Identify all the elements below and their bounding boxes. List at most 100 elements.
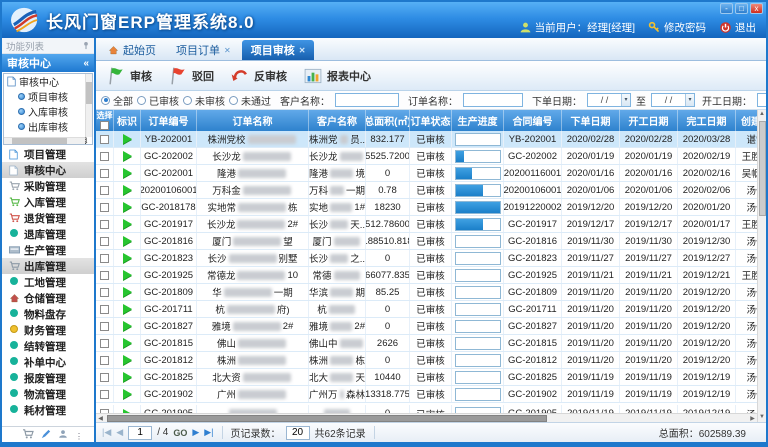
change-password-button[interactable]: 修改密码 — [648, 20, 706, 35]
user-icon[interactable] — [58, 426, 68, 444]
sidebar-item-12[interactable]: 结转管理 — [2, 338, 94, 354]
sidebar-item-6[interactable]: 生产管理 — [2, 242, 94, 258]
row-checkbox[interactable] — [100, 186, 109, 195]
status-icon[interactable] — [13, 426, 15, 444]
table-row[interactable]: GC-201902广州广州万森林13318.775已审核GC-201902201… — [96, 386, 757, 403]
horizontal-scroll-thumb[interactable] — [107, 415, 547, 422]
table-row[interactable]: GC-201925常德龙10常德266077.835..已审核GC-201925… — [96, 267, 757, 284]
column-header-11[interactable]: 完工日期 — [678, 110, 736, 131]
table-row[interactable]: GC-201917长沙龙2#长沙天..8512.78600..已审核GC-201… — [96, 216, 757, 233]
logout-button[interactable]: 退出 — [719, 20, 756, 35]
column-header-6[interactable]: 订单状态 — [410, 110, 452, 131]
row-checkbox[interactable] — [100, 203, 109, 212]
table-row[interactable]: GC-202002长沙龙长沙龙65525.7200..已审核GC-2020022… — [96, 148, 757, 165]
go-button[interactable]: GO — [173, 428, 187, 438]
sidebar-item-1[interactable]: 审核中心 — [2, 162, 94, 178]
row-checkbox[interactable] — [100, 169, 109, 178]
row-checkbox[interactable] — [100, 220, 109, 229]
next-page-button[interactable]: ▶ — [192, 428, 199, 437]
row-checkbox[interactable] — [100, 390, 109, 399]
tree-root-audit-center[interactable]: 审核中心 — [4, 74, 92, 89]
close-tab-icon[interactable]: ✕ — [299, 46, 306, 55]
minimize-button[interactable]: - — [720, 3, 733, 14]
sidebar-item-7[interactable]: 出库管理 — [2, 258, 94, 274]
first-page-button[interactable]: |◀ — [102, 428, 111, 437]
vertical-scroll-thumb[interactable] — [759, 121, 766, 216]
scroll-down-icon[interactable]: ▼ — [759, 413, 765, 422]
column-header-12[interactable]: 创建人 — [736, 110, 757, 131]
column-header-2[interactable]: 订单编号 — [141, 110, 197, 131]
column-header-4[interactable]: 客户名称 — [309, 110, 366, 131]
table-row[interactable]: GC-201812株洲株洲栋0已审核GC-2018122019/11/20201… — [96, 352, 757, 369]
row-checkbox[interactable] — [100, 152, 109, 161]
radio-unaudited[interactable]: 未审核 — [183, 93, 225, 108]
row-checkbox[interactable] — [100, 409, 109, 413]
row-checkbox[interactable] — [100, 288, 109, 297]
last-page-button[interactable]: ▶| — [204, 428, 213, 437]
more-icon[interactable]: ⋮ — [75, 426, 83, 444]
sidebar-item-4[interactable]: 退货管理 — [2, 210, 94, 226]
sidebar-item-13[interactable]: 补单中心 — [2, 354, 94, 370]
row-checkbox[interactable] — [100, 373, 109, 382]
sidebar-item-0[interactable]: 项目管理 — [2, 146, 94, 162]
maximize-button[interactable]: □ — [735, 3, 748, 14]
tab-project-orders[interactable]: 项目订单✕ — [167, 40, 240, 60]
table-row[interactable]: GC-201711杭府)杭0已审核GC-2017112019/11/202019… — [96, 301, 757, 318]
scroll-up-icon[interactable]: ▲ — [759, 110, 765, 119]
order-date-from-picker[interactable]: / /▾ — [587, 93, 631, 107]
table-row[interactable]: GC-201825北大资北大天10440已审核GC-2018252019/11/… — [96, 369, 757, 386]
tree-horizontal-scrollbar[interactable] — [4, 137, 85, 144]
column-header-9[interactable]: 下单日期 — [562, 110, 620, 131]
table-row[interactable]: GC-202001隆港隆港境0已审核202001160012020/01/162… — [96, 165, 757, 182]
close-tab-icon[interactable]: ✕ — [224, 46, 231, 55]
page-number-input[interactable] — [128, 426, 152, 440]
row-checkbox[interactable] — [100, 135, 109, 144]
row-checkbox[interactable] — [100, 339, 109, 348]
tree-item-1[interactable]: 入库审核 — [4, 104, 92, 119]
pin-icon[interactable] — [82, 41, 90, 50]
report-center-button[interactable]: 报表中心 — [303, 66, 371, 86]
customer-name-input[interactable] — [335, 93, 399, 107]
sidebar-item-15[interactable]: 物流管理 — [2, 386, 94, 402]
unaudit-button[interactable]: 反审核 — [230, 66, 287, 86]
tab-home[interactable]: 起始页 — [99, 40, 165, 60]
audit-button[interactable]: 审核 — [106, 66, 152, 86]
tree-item-2[interactable]: 出库审核 — [4, 119, 92, 134]
chevron-left-double-icon[interactable]: « — [83, 58, 89, 69]
sidebar-item-8[interactable]: 工地管理 — [2, 274, 94, 290]
row-checkbox[interactable] — [100, 356, 109, 365]
reject-button[interactable]: 驳回 — [168, 66, 214, 86]
table-row[interactable]: GC-201827雅境2#雅境2#0已审核GC-2018272019/11/20… — [96, 318, 757, 335]
sidebar-item-2[interactable]: 采购管理 — [2, 178, 94, 194]
edit-icon[interactable] — [41, 426, 51, 444]
close-button[interactable]: x — [750, 3, 763, 14]
table-row[interactable]: YB-202001株洲党校株洲党员..832.177已审核YB-20200120… — [96, 131, 757, 148]
sidebar-item-16[interactable]: 耗材管理 — [2, 402, 94, 418]
sidebar-item-5[interactable]: 退库管理 — [2, 226, 94, 242]
radio-all[interactable]: 全部 — [101, 93, 133, 108]
sidebar-item-10[interactable]: 物料盘存 — [2, 306, 94, 322]
vertical-scrollbar[interactable]: ▲ ▼ — [757, 110, 766, 422]
order-name-input[interactable] — [463, 93, 523, 107]
radio-audited[interactable]: 已审核 — [137, 93, 179, 108]
radio-rejected[interactable]: 未通过 — [229, 93, 271, 108]
prev-page-button[interactable]: ◀ — [116, 428, 123, 437]
column-header-0[interactable]: 选择 — [96, 110, 114, 131]
page-size-input[interactable] — [286, 426, 310, 440]
row-checkbox[interactable] — [100, 322, 109, 331]
table-row[interactable]: GC-2018178实地常栋实地1#18230已审核20191220002201… — [96, 199, 757, 216]
column-header-1[interactable]: 标识 — [114, 110, 141, 131]
table-row[interactable]: GC-201816厦门望厦门188510.818已审核GC-2018162019… — [96, 233, 757, 250]
column-header-3[interactable]: 订单名称 — [197, 110, 309, 131]
cart-icon[interactable] — [22, 426, 34, 444]
sidebar-item-14[interactable]: 报废管理 — [2, 370, 94, 386]
row-checkbox[interactable] — [100, 271, 109, 280]
row-checkbox[interactable] — [100, 237, 109, 246]
tab-project-audit[interactable]: 项目审核✕ — [242, 40, 315, 60]
column-header-8[interactable]: 合同编号 — [504, 110, 562, 131]
table-row[interactable]: 20200106001万科金万科一期0.78已审核202001060012020… — [96, 182, 757, 199]
order-date-to-picker[interactable]: / /▾ — [651, 93, 695, 107]
tree-vertical-scrollbar[interactable] — [85, 74, 92, 137]
table-row[interactable]: GC-201809华一期华滨期85.25已审核GC-2018092019/11/… — [96, 284, 757, 301]
tree-item-0[interactable]: 项目审核 — [4, 89, 92, 104]
